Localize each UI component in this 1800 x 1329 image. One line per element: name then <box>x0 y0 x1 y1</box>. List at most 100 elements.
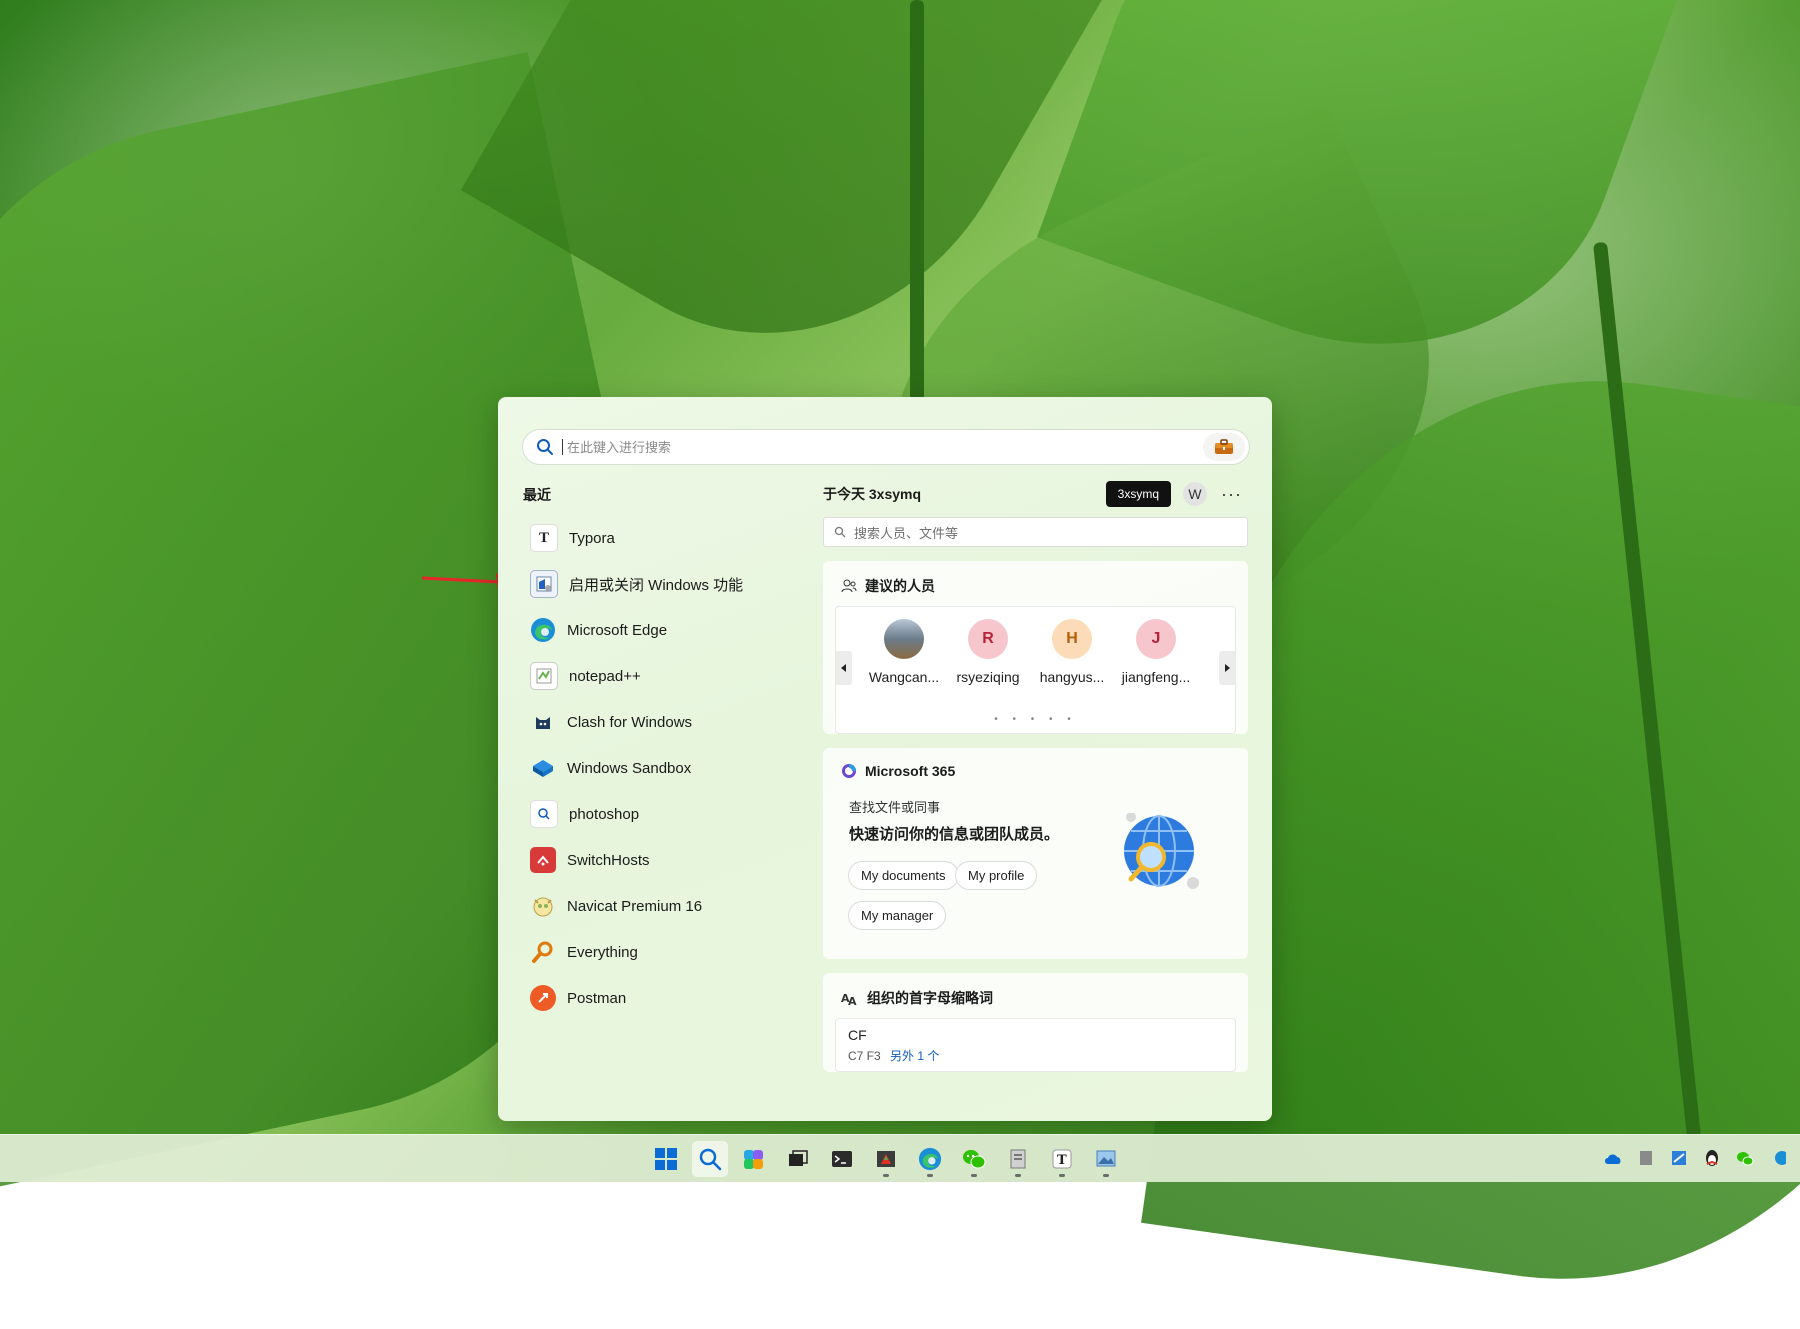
person-initial-avatar: R <box>968 619 1008 659</box>
recent-item-clash[interactable]: Clash for Windows <box>522 699 782 745</box>
recent-item-label: Navicat Premium 16 <box>567 897 703 915</box>
image-viewer-button[interactable] <box>1088 1141 1124 1177</box>
person-card[interactable]: R rsyeziqing <box>946 619 1030 685</box>
image-viewer-icon <box>1096 1150 1116 1167</box>
person-card[interactable]: Wangcan... <box>862 619 946 685</box>
wechat-icon <box>1737 1152 1754 1166</box>
switchhosts-icon <box>530 847 556 873</box>
stem-shape <box>910 0 924 420</box>
chevron-right-icon <box>1225 664 1230 672</box>
search-input[interactable] <box>565 438 1203 456</box>
tray-app-button[interactable] <box>1668 1147 1690 1169</box>
screenshot-tool-icon <box>877 1151 895 1167</box>
work-column: 于今天 3xsymq 3xsymq W ··· 搜索人员、文件等 建议的人员 W… <box>823 477 1248 1072</box>
edge-icon <box>918 1147 942 1171</box>
carousel-prev-button[interactable] <box>836 651 852 685</box>
recent-item-navicat[interactable]: Navicat Premium 16 <box>522 883 782 929</box>
suggested-people-card: 建议的人员 Wangcan... R rsyeziqing H hangyus.… <box>823 561 1248 734</box>
cloud-icon <box>1605 1154 1621 1164</box>
acronym-name: CF <box>848 1027 867 1043</box>
recent-item-edge[interactable]: Microsoft Edge <box>522 607 782 653</box>
my-documents-chip[interactable]: My documents <box>848 861 959 890</box>
person-name: Wangcan... <box>868 669 940 685</box>
typora-icon: T <box>530 524 558 552</box>
start-button[interactable] <box>648 1141 684 1177</box>
wechat-button[interactable] <box>956 1141 992 1177</box>
windows-features-icon <box>530 570 558 598</box>
recent-item-label: Clash for Windows <box>567 713 693 731</box>
recent-item-label: SwitchHosts <box>567 851 650 869</box>
suggested-people-title: 建议的人员 <box>865 578 935 594</box>
work-header: 于今天 3xsymq 3xsymq W ··· <box>823 477 1248 511</box>
m365-card: Microsoft 365 查找文件或同事 快速访问你的信息或团队成员。 My … <box>823 748 1248 959</box>
m365-logo-icon <box>842 764 856 778</box>
clash-icon <box>530 709 556 735</box>
qq-tray-button[interactable] <box>1701 1147 1723 1169</box>
file-archive-button[interactable] <box>1000 1141 1036 1177</box>
copilot-icon <box>744 1150 763 1169</box>
person-photo-avatar <box>884 619 924 659</box>
person-card[interactable]: J jiangfeng... <box>1114 619 1198 685</box>
penguin-icon <box>1706 1150 1718 1166</box>
everything-icon <box>530 939 556 965</box>
work-briefcase-button[interactable] <box>1203 433 1245 461</box>
taskbar-edge-button[interactable] <box>912 1141 948 1177</box>
people-search-placeholder: 搜索人员、文件等 <box>854 525 959 541</box>
my-profile-chip[interactable]: My profile <box>955 861 1038 890</box>
recent-item-everything[interactable]: Everything <box>522 929 782 975</box>
people-search-field[interactable]: 搜索人员、文件等 <box>823 517 1248 547</box>
recent-item-typora[interactable]: T Typora <box>522 515 782 561</box>
search-panel: 最近 T Typora 启用或关闭 Windows 功能 Microsoft E… <box>498 397 1272 1121</box>
recent-item-windows-features[interactable]: 启用或关闭 Windows 功能 <box>522 561 782 607</box>
globe-search-illustration-icon <box>1124 813 1199 889</box>
search-box[interactable] <box>522 429 1250 465</box>
document-icon <box>1640 1151 1652 1165</box>
recent-item-label: notepad++ <box>569 667 641 685</box>
acronym-entry[interactable]: CF C7 F3 另外 1 个 <box>835 1018 1236 1072</box>
work-header-title: 于今天 3xsymq <box>823 486 922 502</box>
my-manager-chip[interactable]: My manager <box>848 901 947 930</box>
recent-item-notepadpp[interactable]: notepad++ <box>522 653 782 699</box>
recent-list: T Typora 启用或关闭 Windows 功能 Microsoft Edge… <box>522 515 782 1021</box>
person-card[interactable]: H hangyus... <box>1030 619 1114 685</box>
more-options-button[interactable]: ··· <box>1221 484 1242 505</box>
onedrive-tray-button[interactable] <box>1602 1147 1624 1169</box>
recent-item-postman[interactable]: Postman <box>522 975 782 1021</box>
taskbar-typora-button[interactable]: T <box>1044 1141 1080 1177</box>
edge-partial-icon <box>1775 1151 1786 1165</box>
org-acronyms-title: 组织的首字母缩略词 <box>867 990 993 1006</box>
tray-app-button[interactable] <box>1635 1147 1657 1169</box>
carousel-pager[interactable]: • • • • • <box>836 714 1235 725</box>
copilot-button[interactable] <box>736 1141 772 1177</box>
person-initial-avatar: H <box>1052 619 1092 659</box>
svg-text:T: T <box>1057 1153 1067 1168</box>
recent-title: 最近 <box>523 487 551 503</box>
archive-icon <box>1010 1149 1026 1169</box>
text-caret <box>562 439 563 455</box>
search-icon <box>834 526 846 538</box>
tray-overflow-button[interactable] <box>1767 1147 1789 1169</box>
person-name: rsyeziqing <box>956 669 1020 685</box>
carousel-next-button[interactable] <box>1219 651 1235 685</box>
org-switch-button[interactable]: 3xsymq <box>1105 481 1172 507</box>
org-acronyms-card: AA 组织的首字母缩略词 CF C7 F3 另外 1 个 <box>823 973 1248 1072</box>
terminal-button[interactable] <box>824 1141 860 1177</box>
recent-item-sandbox[interactable]: Windows Sandbox <box>522 745 782 791</box>
recent-item-switchhosts[interactable]: SwitchHosts <box>522 837 782 883</box>
running-indicator <box>1015 1174 1021 1177</box>
briefcase-icon <box>1215 439 1233 454</box>
acronym-more-link[interactable]: 另外 1 个 <box>890 1049 939 1063</box>
snipaste-button[interactable] <box>868 1141 904 1177</box>
edge-icon <box>530 617 556 643</box>
navicat-icon <box>530 893 556 919</box>
account-avatar[interactable]: W <box>1183 482 1208 506</box>
taskbar-search-button[interactable] <box>692 1141 728 1177</box>
system-tray <box>1602 1147 1800 1169</box>
task-view-icon <box>789 1150 808 1166</box>
search-icon <box>699 1148 722 1171</box>
recent-item-photoshop[interactable]: photoshop <box>522 791 782 837</box>
wechat-tray-button[interactable] <box>1734 1147 1756 1169</box>
running-indicator <box>1103 1174 1109 1177</box>
m365-title: Microsoft 365 <box>865 763 956 779</box>
task-view-button[interactable] <box>780 1141 816 1177</box>
